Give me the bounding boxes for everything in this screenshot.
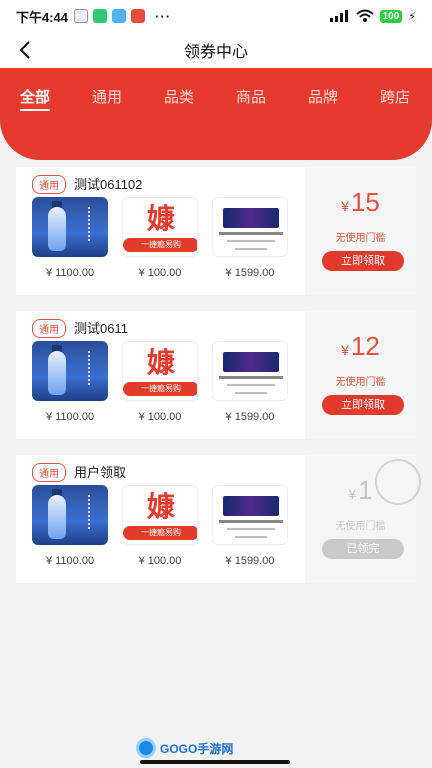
product-price: ¥ 1599.00 — [225, 267, 275, 279]
coupon-condition: 无使用门槛 — [335, 233, 386, 244]
product-image-laptop — [212, 485, 288, 545]
coupon-products-panel: 通用 用户领取 ¥ 1100.00 嫝一捷瘾易购 ¥ 100.00 ¥ 1599… — [16, 455, 305, 583]
product-image-laptop — [212, 341, 288, 401]
coupon-value-panel: ¥12 无使用门槛 立即领取 — [305, 311, 416, 439]
tab-category[interactable]: 品类 — [164, 86, 194, 107]
battery-icon: 100 — [379, 9, 403, 23]
back-arrow-icon[interactable] — [14, 38, 38, 62]
coupon-card: 通用 测试0611 ¥ 1100.00 嫝一捷瘾易购 ¥ 100.00 ¥ 15… — [16, 311, 416, 439]
claim-coupon-button[interactable]: 立即领取 — [322, 395, 404, 415]
product-image-brand-logo: 嫝一捷瘾易购 — [122, 485, 198, 545]
tab-product[interactable]: 商品 — [236, 86, 266, 107]
notification-icons — [74, 9, 146, 23]
coupon-name: 测试0611 — [74, 321, 128, 336]
coupon-products-panel: 通用 测试061102 ¥ 1100.00 嫝一捷瘾易购 ¥ 100.00 ¥ … — [16, 167, 305, 295]
category-tabs: 全部 通用 品类 商品 品牌 跨店 — [0, 86, 432, 116]
status-time: 下午4:44 — [16, 9, 69, 25]
product-price: ¥ 100.00 — [138, 555, 182, 567]
product-item[interactable]: ¥ 1100.00 — [32, 485, 108, 567]
product-image-brand-logo: 嫝一捷瘾易购 — [122, 341, 198, 401]
claimed-out-button: 已领完 — [322, 539, 404, 559]
coupon-type-badge: 通用 — [32, 175, 66, 194]
coupon-type-badge: 通用 — [32, 319, 66, 338]
signal-icon — [329, 10, 348, 22]
coupon-products-panel: 通用 测试0611 ¥ 1100.00 嫝一捷瘾易购 ¥ 100.00 ¥ 15… — [16, 311, 305, 439]
product-image-liquor — [32, 341, 108, 401]
product-image-laptop — [212, 197, 288, 257]
coupon-amount: ¥15 — [341, 187, 380, 217]
tab-active-indicator — [20, 109, 51, 111]
coupon-amount: ¥12 — [341, 331, 380, 361]
site-watermark: GOGO手游网 — [136, 738, 233, 758]
product-item[interactable]: ¥ 1100.00 — [32, 197, 108, 279]
tab-general[interactable]: 通用 — [92, 86, 122, 107]
claim-coupon-button[interactable]: 立即领取 — [322, 251, 404, 271]
watermark-text: GOGO手游网 — [160, 741, 234, 756]
wechat-icon — [93, 9, 108, 23]
watermark-logo-icon — [136, 738, 156, 758]
product-image-liquor — [32, 485, 108, 545]
tab-label: 全部 — [20, 89, 51, 106]
product-price: ¥ 1100.00 — [45, 411, 95, 423]
product-price: ¥ 100.00 — [138, 267, 182, 279]
coupon-value-panel: ¥15 无使用门槛 立即领取 — [305, 167, 416, 295]
product-item[interactable]: ¥ 1599.00 — [212, 485, 288, 567]
tab-all[interactable]: 全部 — [20, 86, 51, 111]
product-item[interactable]: 嫝一捷瘾易购 ¥ 100.00 — [122, 485, 198, 567]
product-price: ¥ 1599.00 — [225, 555, 275, 567]
coupon-type-badge: 通用 — [32, 463, 66, 482]
home-indicator[interactable] — [140, 760, 290, 764]
product-item[interactable]: ¥ 1100.00 — [32, 341, 108, 423]
nav-bar: 领券中心 — [0, 32, 432, 68]
product-image-liquor — [32, 197, 108, 257]
message-icon — [112, 9, 127, 23]
wifi-icon — [355, 9, 374, 22]
coupon-condition: 无使用门槛 — [335, 377, 386, 388]
more-notifications-icon: ··· — [155, 8, 172, 24]
product-price: ¥ 1100.00 — [45, 555, 95, 567]
product-price: ¥ 100.00 — [138, 411, 182, 423]
coupon-card: 通用 测试061102 ¥ 1100.00 嫝一捷瘾易购 ¥ 100.00 ¥ … — [16, 167, 416, 295]
product-item[interactable]: ¥ 1599.00 — [212, 197, 288, 279]
notification-app-icon — [74, 9, 89, 23]
product-item[interactable]: 嫝一捷瘾易购 ¥ 100.00 — [122, 197, 198, 279]
coupon-name: 测试061102 — [74, 177, 143, 192]
coupon-card: 通用 用户领取 ¥ 1100.00 嫝一捷瘾易购 ¥ 100.00 ¥ 1599… — [16, 452, 428, 583]
product-price: ¥ 1100.00 — [45, 267, 95, 279]
coupon-value-panel: ¥1 无使用门槛 已领完 — [305, 452, 428, 583]
app-icon — [131, 9, 146, 23]
product-image-brand-logo: 嫝一捷瘾易购 — [122, 197, 198, 257]
product-price: ¥ 1599.00 — [225, 411, 275, 423]
tab-cross-store[interactable]: 跨店 — [380, 86, 410, 107]
tab-brand[interactable]: 品牌 — [308, 86, 338, 107]
status-bar: 下午4:44 ··· 100 ⚡ — [0, 0, 432, 32]
charging-icon: ⚡ — [408, 10, 416, 23]
coupon-name: 用户领取 — [74, 465, 127, 480]
product-item[interactable]: 嫝一捷瘾易购 ¥ 100.00 — [122, 341, 198, 423]
coupon-amount: ¥1 — [348, 475, 373, 505]
page-title: 领券中心 — [183, 44, 248, 61]
coupon-condition: 无使用门槛 — [335, 521, 386, 532]
product-item[interactable]: ¥ 1599.00 — [212, 341, 288, 423]
